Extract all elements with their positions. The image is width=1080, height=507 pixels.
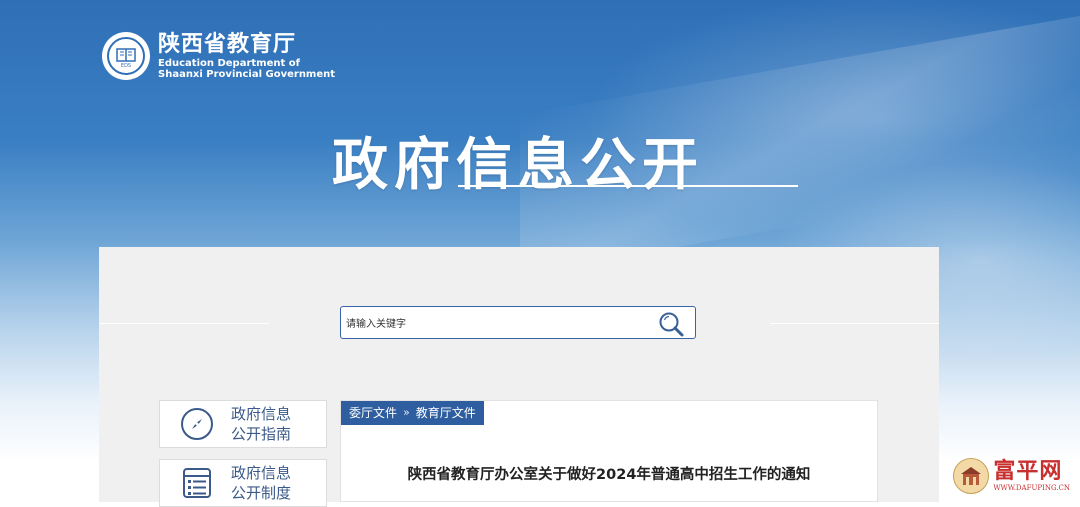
breadcrumb: 委厅文件 » 教育厅文件 xyxy=(341,401,484,425)
org-name-en-line2: Shaanxi Provincial Government xyxy=(158,69,336,80)
watermark: 富平网 WWW.DAFUPING.CN xyxy=(953,458,1070,494)
sidebar-item-label: 政府信息 公开指南 xyxy=(226,404,296,444)
sidebar-item-system[interactable]: 政府信息 公开制度 xyxy=(159,459,327,507)
search-icon[interactable] xyxy=(657,310,685,338)
divider-right xyxy=(770,323,939,324)
org-name-en-line1: Education Department of xyxy=(158,58,300,69)
divider-left xyxy=(99,323,269,324)
sidebar-item-guide[interactable]: 政府信息 公开指南 xyxy=(159,400,327,448)
article-title: 陕西省教育厅办公室关于做好2024年普通高中招生工作的通知 xyxy=(407,467,811,483)
title-underline xyxy=(458,185,798,187)
label-line1: 政府信息 xyxy=(230,405,291,423)
watermark-url: WWW.DAFUPING.CN xyxy=(993,483,1070,492)
document-list-icon xyxy=(180,466,214,500)
search-box xyxy=(340,306,696,339)
emblem-icon: EDS xyxy=(102,32,150,80)
label-line2: 公开制度 xyxy=(230,484,291,502)
page-title: 政府信息公开 xyxy=(332,133,704,198)
breadcrumb-item-department-files[interactable]: 委厅文件 xyxy=(349,401,397,425)
sidebar-item-label: 政府信息 公开制度 xyxy=(226,463,296,503)
breadcrumb-item-education-files[interactable]: 教育厅文件 xyxy=(416,401,476,425)
watermark-name: 富平网 xyxy=(993,458,1063,484)
breadcrumb-separator: » xyxy=(403,406,410,419)
compass-icon xyxy=(180,407,214,441)
svg-text:EDS: EDS xyxy=(121,63,131,69)
site-logo[interactable]: EDS 陕西省教育厅 Education Department of Shaan… xyxy=(102,32,335,80)
search-input[interactable] xyxy=(344,312,648,336)
logo-text: 陕西省教育厅 Education Department of Shaanxi P… xyxy=(158,32,335,80)
label-line1: 政府信息 xyxy=(230,464,291,482)
building-icon xyxy=(953,458,990,494)
label-line2: 公开指南 xyxy=(230,425,291,443)
org-name-cn: 陕西省教育厅 xyxy=(158,32,297,57)
article-panel: 委厅文件 » 教育厅文件 陕西省教育厅办公室关于做好2024年普通高中招生工作的… xyxy=(340,400,878,502)
